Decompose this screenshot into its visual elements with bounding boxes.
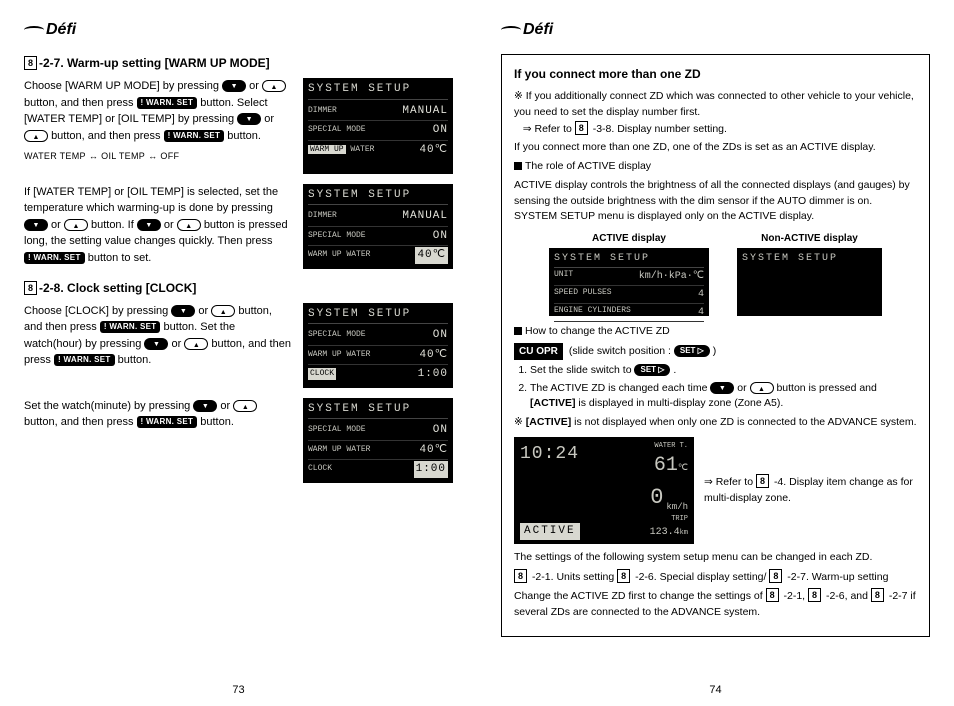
warmup-text-2: If [WATER TEMP] or [OIL TEMP] is selecte… <box>24 184 293 269</box>
step-1: Set the slide switch to SET ▷ . <box>530 363 917 379</box>
final-note: Change the ACTIVE ZD first to change the… <box>514 588 917 621</box>
lcd-warmup-1: SYSTEM SETUP DIMMERMANUAL SPECIAL MODEON… <box>303 78 453 174</box>
right-content-box: If you connect more than one ZD ※ If you… <box>501 54 930 637</box>
down-button-icon: ▼ <box>193 400 217 412</box>
section-8-2-8-heading: 8-2-8. Clock setting [CLOCK] <box>24 279 453 297</box>
warn-set-button-icon: ! WARN. SET <box>24 252 85 264</box>
role-heading: The role of ACTIVE display <box>514 159 917 175</box>
settings-list: 8 -2-1. Units setting 8 -2-6. Special di… <box>514 569 917 586</box>
brand-logo: Défi <box>501 18 930 42</box>
active-intro: If you connect more than one ZD, one of … <box>514 140 917 156</box>
up-button-icon: ▲ <box>262 80 286 92</box>
down-button-icon: ▼ <box>237 113 261 125</box>
lcd-clock-1: SYSTEM SETUP SPECIAL MODEON WARM UP WATE… <box>303 303 453 388</box>
right-page: Défi If you connect more than one ZD ※ I… <box>477 0 954 706</box>
note-active-not-displayed: ※ [ACTIVE] is not displayed when only on… <box>514 415 917 431</box>
lcd-warmup-2: SYSTEM SETUP DIMMERMANUAL SPECIAL MODEON… <box>303 184 453 269</box>
left-page: Défi 8-2-7. Warm-up setting [WARM UP MOD… <box>0 0 477 706</box>
clock-text-1: Choose [CLOCK] by pressing ▼ or ▲ button… <box>24 303 293 388</box>
down-button-icon: ▼ <box>710 382 734 394</box>
cycle-sequence: WATER TEMP↔OIL TEMP↔OFF <box>24 150 293 164</box>
steps-list: Set the slide switch to SET ▷ . The ACTI… <box>530 363 917 412</box>
warmup-text-1: Choose [WARM UP MODE] by pressing ▼ or ▲… <box>24 78 293 174</box>
role-text: ACTIVE display controls the brightness o… <box>514 178 917 225</box>
nonactive-display-caption: Non-ACTIVE display <box>737 231 882 246</box>
step-2: The ACTIVE ZD is changed each time ▼ or … <box>530 381 917 413</box>
page-number-left: 73 <box>0 682 477 699</box>
page-number-right: 74 <box>477 682 954 699</box>
right-title: If you connect more than one ZD <box>514 65 917 83</box>
down-button-icon: ▼ <box>144 338 168 350</box>
note-additional-zd: ※ If you additionally connect ZD which w… <box>514 89 917 137</box>
clock-text-2: Set the watch(minute) by pressing ▼ or ▲… <box>24 398 293 483</box>
up-button-icon: ▲ <box>750 382 774 394</box>
down-button-icon: ▼ <box>137 219 161 231</box>
warn-set-button-icon: ! WARN. SET <box>164 130 225 142</box>
lcd-active-display: SYSTEM SETUP UNITkm/h·kPa·℃ SPEED PULSES… <box>549 248 709 316</box>
set-switch-icon: SET ▷ <box>674 345 710 357</box>
cu-opr-line: CU OPR (slide switch position : SET ▷ ) <box>514 343 917 360</box>
howto-heading: How to change the ACTIVE ZD <box>514 324 917 340</box>
warn-set-button-icon: ! WARN. SET <box>54 354 115 366</box>
brand-text: Défi <box>46 18 76 42</box>
warn-set-button-icon: ! WARN. SET <box>137 97 198 109</box>
up-button-icon: ▲ <box>211 305 235 317</box>
ref-display-item-change: ⇒ Refer to 8 -4. Display item change as … <box>704 474 917 507</box>
cu-opr-badge: CU OPR <box>514 343 563 360</box>
lcd-big-zd: 10:24 WATER T. 61℃ 0km/h ACTIVE TRIP123.… <box>514 437 694 544</box>
big-zd-row: 10:24 WATER T. 61℃ 0km/h ACTIVE TRIP123.… <box>514 437 917 544</box>
warn-set-button-icon: ! WARN. SET <box>137 416 198 428</box>
lcd-nonactive-display: SYSTEM SETUP <box>737 248 882 316</box>
set-switch-icon: SET ▷ <box>634 364 670 376</box>
up-button-icon: ▲ <box>24 130 48 142</box>
up-button-icon: ▲ <box>184 338 208 350</box>
settings-intro: The settings of the following system set… <box>514 550 917 566</box>
up-button-icon: ▲ <box>64 219 88 231</box>
up-button-icon: ▲ <box>233 400 257 412</box>
down-button-icon: ▼ <box>171 305 195 317</box>
display-comparison: ACTIVE display SYSTEM SETUP UNITkm/h·kPa… <box>514 231 917 316</box>
down-button-icon: ▼ <box>24 219 48 231</box>
up-button-icon: ▲ <box>177 219 201 231</box>
warn-set-button-icon: ! WARN. SET <box>100 321 161 333</box>
brand-logo: Défi <box>24 18 453 42</box>
boxed-number: 8 <box>24 281 37 295</box>
active-display-caption: ACTIVE display <box>549 231 709 246</box>
section-8-2-7-heading: 8-2-7. Warm-up setting [WARM UP MODE] <box>24 54 453 72</box>
down-button-icon: ▼ <box>222 80 246 92</box>
boxed-number: 8 <box>24 56 37 70</box>
lcd-clock-2: SYSTEM SETUP SPECIAL MODEON WARM UP WATE… <box>303 398 453 483</box>
